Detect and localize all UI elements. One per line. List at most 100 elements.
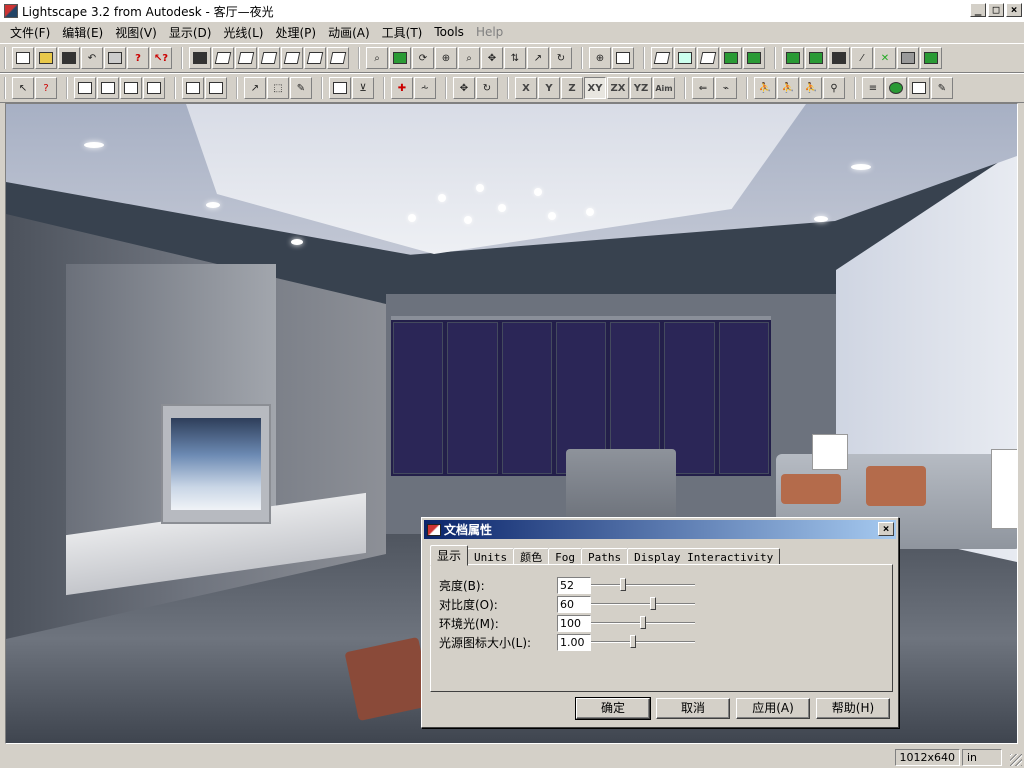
light-icon-size-slider[interactable] — [591, 635, 695, 649]
menu-light[interactable]: 光线(L) — [217, 24, 269, 41]
cube-view-6-icon[interactable] — [327, 47, 349, 69]
rotate-object-icon[interactable]: ↻ — [476, 77, 498, 99]
refresh-icon[interactable]: ↻ — [550, 47, 572, 69]
cancel-button[interactable]: 取消 — [656, 698, 730, 719]
stand-person-icon[interactable]: ⚲ — [823, 77, 845, 99]
move-icon[interactable]: ✚ — [391, 77, 413, 99]
brightness-input[interactable]: 52 — [557, 576, 591, 594]
cube-view-5-icon[interactable] — [304, 47, 326, 69]
material-icon[interactable] — [782, 47, 804, 69]
menu-display[interactable]: 显示(D) — [163, 24, 218, 41]
menu-animation[interactable]: 动画(A) — [322, 24, 376, 41]
menu-edit[interactable]: 编辑(E) — [56, 24, 109, 41]
brush-icon[interactable]: ✎ — [931, 77, 953, 99]
maximize-button[interactable]: □ — [988, 3, 1004, 17]
cube-view-2-icon[interactable] — [235, 47, 257, 69]
tab-display[interactable]: 显示 — [430, 545, 469, 566]
menu-process[interactable]: 处理(P) — [269, 24, 322, 41]
walk-icon[interactable]: ↗ — [527, 47, 549, 69]
plane-zx-button[interactable]: ZX — [607, 77, 629, 99]
texture-icon[interactable] — [897, 47, 919, 69]
camera-icon[interactable] — [189, 47, 211, 69]
run-person-icon[interactable]: ⛹ — [800, 77, 822, 99]
list-icon[interactable] — [329, 77, 351, 99]
resize-grip-icon[interactable] — [1010, 754, 1022, 766]
logo-icon[interactable]: ✕ — [874, 47, 896, 69]
walk-person-icon[interactable]: ⛹ — [754, 77, 776, 99]
zoom-magnifier-icon[interactable]: ⌕ — [366, 47, 388, 69]
translate-icon[interactable]: ✥ — [453, 77, 475, 99]
brightness-slider-thumb[interactable] — [620, 578, 626, 591]
link-icon[interactable]: ⌁ — [715, 77, 737, 99]
new-file-icon[interactable] — [12, 47, 34, 69]
print-icon[interactable] — [104, 47, 126, 69]
copy-icon[interactable] — [182, 77, 204, 99]
contrast-slider-thumb[interactable] — [650, 597, 656, 610]
cube-view-4-icon[interactable] — [281, 47, 303, 69]
ok-button[interactable]: 确定 — [575, 697, 651, 720]
select-surface-icon[interactable] — [74, 77, 96, 99]
save-icon[interactable] — [58, 47, 80, 69]
block-icon[interactable] — [828, 47, 850, 69]
menu-file[interactable]: 文件(F) — [4, 24, 56, 41]
zoom-in-icon[interactable]: ⊕ — [435, 47, 457, 69]
globe-icon[interactable] — [885, 77, 907, 99]
plane-yz-button[interactable]: YZ — [630, 77, 652, 99]
hidden-line-icon[interactable] — [697, 47, 719, 69]
contrast-input[interactable]: 60 — [557, 595, 591, 613]
contrast-slider[interactable] — [591, 597, 695, 611]
menu-tools-cn[interactable]: 工具(T) — [376, 24, 429, 41]
orbit-icon[interactable] — [389, 47, 411, 69]
select-object-icon[interactable] — [97, 77, 119, 99]
edit-paint-icon[interactable]: ✎ — [290, 77, 312, 99]
back-icon[interactable]: ⇐ — [692, 77, 714, 99]
zoom-window-icon[interactable]: ⌕ — [458, 47, 480, 69]
apply-button[interactable]: 应用(A) — [736, 698, 810, 719]
axis-z-button[interactable]: Z — [561, 77, 583, 99]
plane-xy-button[interactable]: XY — [584, 77, 606, 99]
layer-icon[interactable] — [805, 47, 827, 69]
green-wire-cube-icon[interactable] — [674, 47, 696, 69]
menu-tools[interactable]: Tools — [428, 25, 470, 39]
menu-help[interactable]: Help — [470, 25, 509, 39]
context-help-icon[interactable]: ↖? — [150, 47, 172, 69]
cube-view-3-icon[interactable] — [258, 47, 280, 69]
zoom-extents-icon[interactable] — [612, 47, 634, 69]
shaded-cube-icon[interactable] — [743, 47, 765, 69]
axis-y-button[interactable]: Y — [538, 77, 560, 99]
select-arrow-icon[interactable]: ↖ — [12, 77, 34, 99]
rotate-icon[interactable]: ⟳ — [412, 47, 434, 69]
edit-face-icon[interactable]: ⬚ — [267, 77, 289, 99]
select-light-icon[interactable] — [120, 77, 142, 99]
menu-view[interactable]: 视图(V) — [109, 24, 163, 41]
pan-icon[interactable]: ✥ — [481, 47, 503, 69]
minimize-button[interactable]: _ — [970, 3, 986, 17]
walk-person-2-icon[interactable]: ⛹ — [777, 77, 799, 99]
select-window-icon[interactable] — [143, 77, 165, 99]
help-icon[interactable]: ? — [127, 47, 149, 69]
help-button[interactable]: 帮助(H) — [816, 698, 890, 719]
ambient-slider-thumb[interactable] — [640, 616, 646, 629]
close-button[interactable]: × — [1006, 3, 1022, 17]
edit-vertex-icon[interactable]: ↗ — [244, 77, 266, 99]
cube-view-1-icon[interactable] — [212, 47, 234, 69]
render-icon[interactable] — [920, 47, 942, 69]
properties-icon[interactable] — [908, 77, 930, 99]
ruler-icon[interactable]: ⁄ — [851, 47, 873, 69]
wireframe-icon[interactable] — [651, 47, 673, 69]
align-icon[interactable]: ⩪ — [414, 77, 436, 99]
solid-cube-icon[interactable] — [720, 47, 742, 69]
aim-button[interactable]: Aim — [653, 77, 675, 99]
paste-icon[interactable] — [205, 77, 227, 99]
dialog-close-button[interactable]: × — [878, 522, 894, 536]
brightness-slider[interactable] — [591, 578, 695, 592]
ambient-slider[interactable] — [591, 616, 695, 630]
open-folder-icon[interactable] — [35, 47, 57, 69]
select-help-icon[interactable]: ? — [35, 77, 57, 99]
dolly-icon[interactable]: ⇅ — [504, 47, 526, 69]
undo-icon[interactable]: ↶ — [81, 47, 103, 69]
filter-icon[interactable]: ⊻ — [352, 77, 374, 99]
axis-x-button[interactable]: X — [515, 77, 537, 99]
layers-icon[interactable]: ≡ — [862, 77, 884, 99]
zoom-all-icon[interactable]: ⊕ — [589, 47, 611, 69]
